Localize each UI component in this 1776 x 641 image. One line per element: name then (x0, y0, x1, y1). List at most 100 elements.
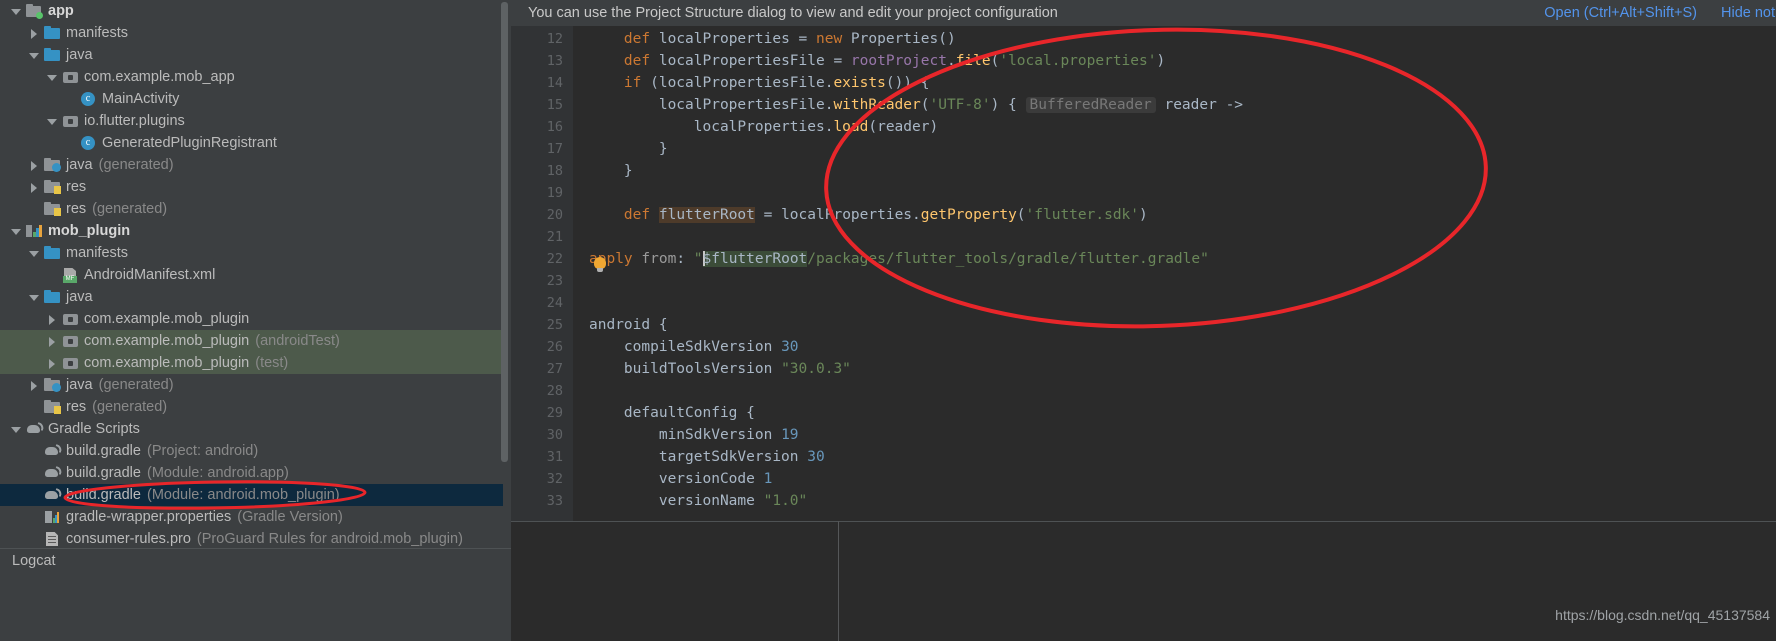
chevron-down-icon[interactable] (46, 115, 59, 128)
tree-row-com-example-mob-plugin-16[interactable]: com.example.mob_plugin (test) (0, 352, 503, 374)
tree-row-io-flutter-plugins-5[interactable]: io.flutter.plugins (0, 110, 503, 132)
tree-row-label: res (66, 179, 87, 195)
gutter-line-number-30: 30 (546, 427, 563, 443)
tree-row-label: manifests (66, 245, 129, 261)
tree-row-consumer-rules-pro-24[interactable]: consumer-rules.pro (ProGuard Rules for an… (0, 528, 503, 548)
tree-row-label: com.example.mob_plugin (84, 355, 250, 371)
tree-row-sublabel: (Gradle Version) (237, 509, 343, 525)
project-tool-window[interactable]: app manifests java com.example.mob_app MainA… (0, 0, 511, 548)
code-line-17[interactable]: } (589, 138, 668, 160)
tree-row-sublabel: (generated) (98, 377, 174, 393)
gutter-line-number-14: 14 (546, 75, 563, 91)
code-line-26[interactable]: compileSdkVersion 30 (589, 336, 799, 358)
chevron-down-icon[interactable] (28, 49, 41, 62)
code-line-25[interactable]: android { (589, 314, 668, 336)
tree-row-label: app (48, 3, 74, 19)
editor-bottom-pane (511, 521, 1776, 641)
chevron-right-icon[interactable] (46, 357, 59, 370)
code-line-12[interactable]: def localProperties = new Properties() (589, 28, 956, 50)
chevron-down-icon[interactable] (10, 225, 23, 238)
chevron-right-icon[interactable] (28, 159, 41, 172)
tree-row-sublabel: (Module: android.app) (146, 465, 289, 481)
chevron-right-icon[interactable] (46, 313, 59, 326)
editor-gutter: 12 13 14 15 16 17 18 19 20 21 22 23 24 25 26 27 28 29 30 31… (511, 26, 573, 521)
package-icon (62, 355, 79, 371)
tree-row-com-example-mob-plugin-15[interactable]: com.example.mob_plugin (androidTest) (0, 330, 503, 352)
code-line-29[interactable]: defaultConfig { (589, 402, 755, 424)
code-line-22[interactable]: apply from: "$flutterRoot/packages/flutt… (589, 248, 1209, 270)
chevron-down-icon[interactable] (28, 247, 41, 260)
open-project-structure-link[interactable]: Open (Ctrl+Alt+Shift+S) (1544, 5, 1697, 21)
tree-row-androidmanifest-xml-12[interactable]: AndroidManifest.xml (0, 264, 503, 286)
tree-row-label: java (66, 157, 93, 173)
app-module-icon (26, 3, 43, 19)
tree-row-label: io.flutter.plugins (84, 113, 185, 129)
code-line-15[interactable]: localPropertiesFile.withReader('UTF-8') … (589, 94, 1243, 116)
code-editor[interactable]: 12 13 14 15 16 17 18 19 20 21 22 23 24 25 26 27 28 29 30 31… (511, 26, 1776, 641)
code-line-32[interactable]: versionCode 1 (589, 468, 773, 490)
logcat-label[interactable]: Logcat (12, 553, 56, 569)
tree-row-mob-plugin-10[interactable]: mob_plugin (0, 220, 503, 242)
tree-row-generatedpluginregistrant-6[interactable]: GeneratedPluginRegistrant (0, 132, 503, 154)
code-line-31[interactable]: targetSdkVersion 30 (589, 446, 825, 468)
hide-notification-link[interactable]: Hide notification (1721, 5, 1776, 21)
chevron-right-icon[interactable] (28, 181, 41, 194)
tree-row-com-example-mob-app-3[interactable]: com.example.mob_app (0, 66, 503, 88)
tree-row-build-gradle-22[interactable]: build.gradle (Module: android.mob_plugin) (0, 484, 503, 506)
tree-row-gradle-wrapper-properties-23[interactable]: gradle-wrapper.properties (Gradle Version… (0, 506, 503, 528)
tree-row-java-7[interactable]: java (generated) (0, 154, 503, 176)
tree-row-java-17[interactable]: java (generated) (0, 374, 503, 396)
tree-row-res-9[interactable]: res (generated) (0, 198, 503, 220)
project-tree[interactable]: app manifests java com.example.mob_app MainA… (0, 0, 503, 548)
gradle-icon (44, 465, 61, 481)
tree-row-manifests-1[interactable]: manifests (0, 22, 503, 44)
package-icon (62, 113, 79, 129)
code-line-33[interactable]: versionName "1.0" (589, 490, 807, 512)
gutter-line-number-16: 16 (546, 119, 563, 135)
tree-row-manifests-11[interactable]: manifests (0, 242, 503, 264)
tree-row-com-example-mob-plugin-14[interactable]: com.example.mob_plugin (0, 308, 503, 330)
chevron-right-icon[interactable] (28, 27, 41, 40)
notification-message: You can use the Project Structure dialog… (528, 5, 1058, 21)
chevron-right-icon[interactable] (28, 379, 41, 392)
code-line-27[interactable]: buildToolsVersion "30.0.3" (589, 358, 851, 380)
project-tree-scrollbar[interactable] (501, 2, 508, 462)
code-line-14[interactable]: if (localPropertiesFile.exists()) { (589, 72, 930, 94)
chevron-down-icon[interactable] (28, 291, 41, 304)
android-manifest-icon (62, 267, 79, 283)
tree-row-java-2[interactable]: java (0, 44, 503, 66)
tree-row-app-0[interactable]: app (0, 0, 503, 22)
tree-row-gradle-scripts-19[interactable]: Gradle Scripts (0, 418, 503, 440)
code-line-13[interactable]: def localPropertiesFile = rootProject.fi… (589, 50, 1165, 72)
tree-row-sublabel: (generated) (98, 157, 174, 173)
tree-row-res-18[interactable]: res (generated) (0, 396, 503, 418)
folder-icon (44, 47, 61, 63)
tree-row-res-8[interactable]: res (0, 176, 503, 198)
tree-row-build-gradle-21[interactable]: build.gradle (Module: android.app) (0, 462, 503, 484)
chevron-down-icon[interactable] (10, 5, 23, 18)
code-line-20[interactable]: def flutterRoot = localProperties.getPro… (589, 204, 1148, 226)
tree-row-label: consumer-rules.pro (66, 531, 191, 547)
chevron-right-icon[interactable] (46, 335, 59, 348)
code-line-16[interactable]: localProperties.load(reader) (589, 116, 938, 138)
tree-row-mainactivity-4[interactable]: MainActivity (0, 88, 503, 110)
bottom-pane-divider (838, 521, 839, 641)
folder-res-icon (44, 201, 61, 217)
folder-res-icon (44, 179, 61, 195)
logcat-tool-window[interactable]: Logcat (0, 548, 511, 641)
chevron-down-icon[interactable] (10, 423, 23, 436)
tree-row-label: gradle-wrapper.properties (66, 509, 232, 525)
folder-icon (44, 289, 61, 305)
tree-row-sublabel: (ProGuard Rules for android.mob_plugin) (196, 531, 463, 547)
hide-notification-clip: Hide notification (1721, 0, 1776, 26)
gutter-line-number-13: 13 (546, 53, 563, 69)
tree-row-java-13[interactable]: java (0, 286, 503, 308)
code-text-area[interactable]: def localProperties = new Properties() d… (573, 26, 1776, 521)
tree-row-build-gradle-20[interactable]: build.gradle (Project: android) (0, 440, 503, 462)
lightbulb-icon[interactable] (593, 257, 607, 274)
chevron-down-icon[interactable] (46, 71, 59, 84)
code-line-18[interactable]: } (589, 160, 633, 182)
code-line-30[interactable]: minSdkVersion 19 (589, 424, 799, 446)
notification-actions: Open (Ctrl+Alt+Shift+S) Hide notificatio… (1544, 0, 1776, 26)
